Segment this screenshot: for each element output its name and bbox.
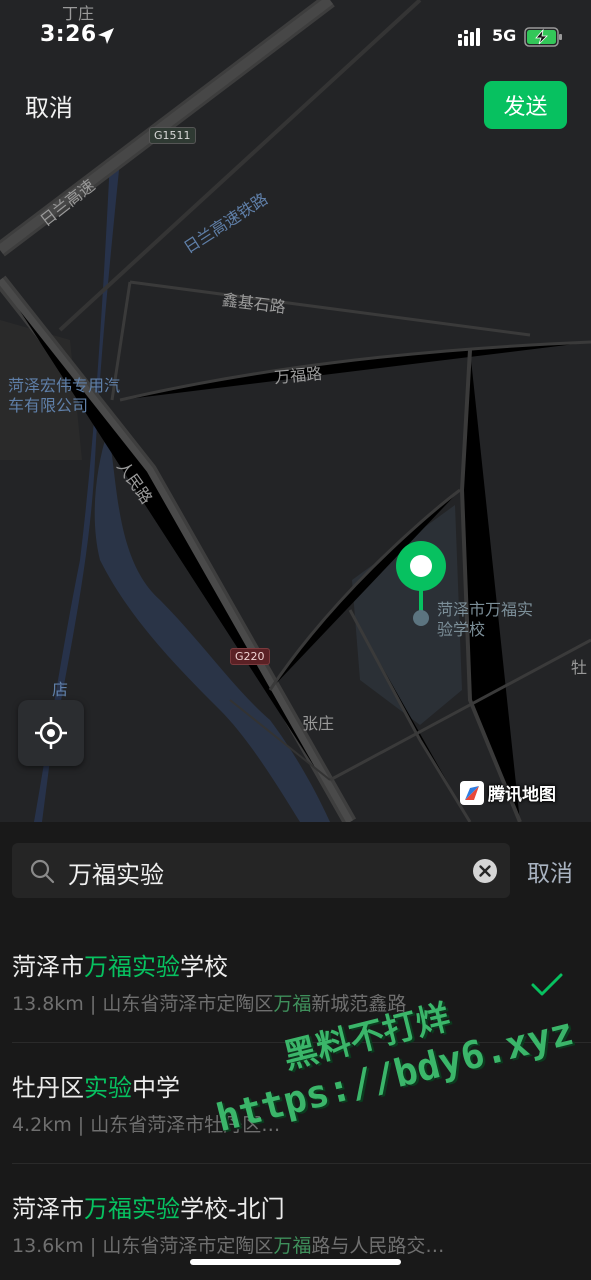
cancel-button[interactable]: 取消 xyxy=(25,88,73,123)
result-address-prefix: 山东省菏泽市定陶区 xyxy=(102,993,274,1015)
result-title-prefix: 牡丹区 xyxy=(12,1074,84,1102)
locate-me-button[interactable] xyxy=(18,700,84,766)
location-arrow-icon xyxy=(98,28,114,44)
result-title-highlight: 万福实验 xyxy=(84,1195,180,1223)
search-icon xyxy=(30,859,55,884)
map-brand-text: 腾讯地图 xyxy=(488,785,556,805)
result-distance: 13.8km xyxy=(12,993,84,1015)
map-label-dian: 店 xyxy=(52,680,69,699)
search-input[interactable]: 万福实验 xyxy=(12,843,510,898)
highway-shield-g220: G220 xyxy=(230,648,270,665)
map-label-wanfu-road: 万福路 xyxy=(273,363,323,388)
result-address-highlight: 万福 xyxy=(273,1235,312,1257)
battery-charging-icon xyxy=(524,27,562,47)
map-label-zhangzhuang: 张庄 xyxy=(302,714,335,733)
result-title: 菏泽市万福实验学校-北门 xyxy=(12,1194,591,1224)
status-time: 3:26 xyxy=(40,22,97,47)
map-label-company: 菏泽宏伟专用汽车有限公司 xyxy=(8,376,121,415)
result-title-suffix: 学校 xyxy=(180,953,228,981)
result-distance: 13.6km xyxy=(12,1235,84,1257)
send-button[interactable]: 发送 xyxy=(484,81,567,129)
location-pin-icon xyxy=(396,541,446,626)
result-address: 13.6km | 山东省菏泽市定陶区万福路与人民路交… xyxy=(12,1235,445,1257)
result-title-prefix: 菏泽市 xyxy=(12,953,84,981)
map-brand: 腾讯地图 xyxy=(460,780,556,805)
search-cancel-button[interactable]: 取消 xyxy=(527,854,573,888)
result-title-highlight: 万福实验 xyxy=(84,953,180,981)
signal-icon xyxy=(458,28,480,46)
result-address-highlight: 万福 xyxy=(273,993,312,1015)
result-title-highlight: 实验 xyxy=(84,1074,132,1102)
result-address-prefix: 山东省菏泽市定陶区 xyxy=(102,1235,274,1257)
status-bar: 3:26 5G xyxy=(0,0,591,76)
highway-shield-g1511: G1511 xyxy=(149,127,196,144)
result-title-suffix: 中学 xyxy=(132,1074,180,1102)
result-title-prefix: 菏泽市 xyxy=(12,1195,84,1223)
home-indicator[interactable] xyxy=(190,1259,401,1265)
crosshair-icon xyxy=(35,717,67,749)
result-title-suffix: 学校-北门 xyxy=(180,1195,285,1223)
result-distance: 4.2km xyxy=(12,1114,72,1136)
result-address-suffix: 路与人民路交… xyxy=(311,1235,445,1257)
tencent-map-logo-icon xyxy=(460,780,484,805)
map-label-poi: 菏泽市万福实验学校 xyxy=(437,600,534,639)
search-query: 万福实验 xyxy=(68,861,164,889)
map-label-du: 牡 xyxy=(571,658,588,677)
network-type: 5G xyxy=(492,26,517,45)
clear-search-icon[interactable] xyxy=(472,858,498,884)
